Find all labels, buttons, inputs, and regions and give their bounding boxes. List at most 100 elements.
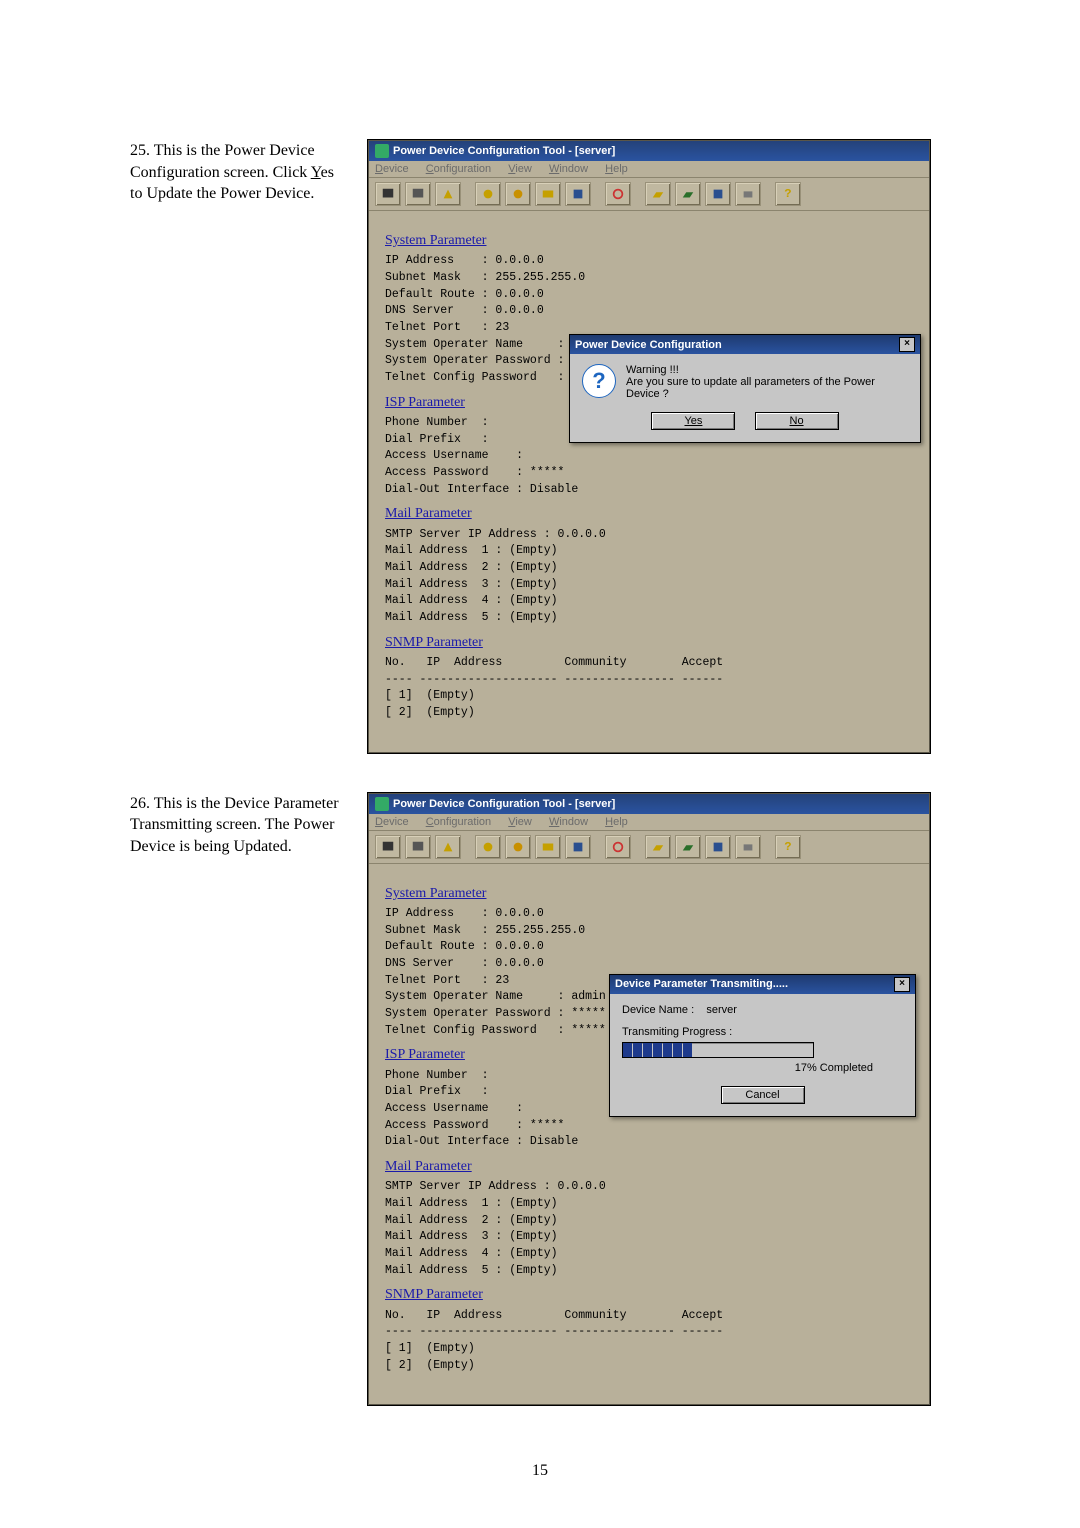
mail-l3: Mail Address 3 : (Empty) bbox=[385, 577, 913, 594]
section-mail-2: Mail Parameter bbox=[385, 1157, 913, 1177]
app-icon bbox=[375, 144, 389, 158]
step-25-text: 25. This is the Power Device Configurati… bbox=[130, 140, 368, 205]
progress-close-button[interactable]: × bbox=[894, 977, 910, 992]
progress-bar bbox=[622, 1042, 814, 1058]
tb-2[interactable] bbox=[405, 182, 431, 206]
confirm-close-button[interactable]: × bbox=[899, 337, 915, 352]
tb2-6[interactable] bbox=[535, 835, 561, 859]
mail-l0: SMTP Server IP Address : 0.0.0.0 bbox=[385, 527, 913, 544]
app-window-2: Power Device Configuration Tool - [serve… bbox=[368, 793, 930, 1406]
snmp2-l2: [ 1] (Empty) bbox=[385, 1341, 913, 1358]
mail-l4: Mail Address 4 : (Empty) bbox=[385, 593, 913, 610]
app-window-1: Power Device Configuration Tool - [serve… bbox=[368, 140, 930, 753]
confirm-warning: Warning !!! bbox=[626, 364, 908, 376]
snmp-l0: No. IP Address Community Accept bbox=[385, 655, 913, 672]
mail2-l0: SMTP Server IP Address : 0.0.0.0 bbox=[385, 1179, 913, 1196]
isp-l3: Access Password : ***** bbox=[385, 465, 913, 482]
tb2-9[interactable] bbox=[645, 835, 671, 859]
confirm-msg: Are you sure to update all parameters of… bbox=[626, 376, 908, 400]
step-26-text: 26. This is the Device Parameter Transmi… bbox=[130, 793, 368, 858]
tb-12[interactable] bbox=[735, 182, 761, 206]
menu-view-2[interactable]: View bbox=[508, 816, 532, 828]
confirm-yes-button[interactable]: Yes bbox=[651, 412, 735, 430]
mail2-l4: Mail Address 4 : (Empty) bbox=[385, 1246, 913, 1263]
tb-1[interactable] bbox=[375, 182, 401, 206]
mail-l2: Mail Address 2 : (Empty) bbox=[385, 560, 913, 577]
mail-l1: Mail Address 1 : (Empty) bbox=[385, 543, 913, 560]
menu-config[interactable]: Configuration bbox=[426, 163, 491, 175]
tb2-1[interactable] bbox=[375, 835, 401, 859]
confirm-no-button[interactable]: No bbox=[755, 412, 839, 430]
confirm-dialog-title: Power Device Configuration bbox=[575, 339, 722, 351]
sys-l1: Subnet Mask : 255.255.255.0 bbox=[385, 270, 913, 287]
sys-l0: IP Address : 0.0.0.0 bbox=[385, 253, 913, 270]
tb-3[interactable] bbox=[435, 182, 461, 206]
window-title-2: Power Device Configuration Tool - [serve… bbox=[393, 798, 615, 810]
step-26-desc: This is the Device Parameter Transmittin… bbox=[130, 795, 339, 855]
menu-help-2[interactable]: Help bbox=[605, 816, 628, 828]
step-25-desc-b: to Update the Power Device. bbox=[130, 185, 314, 202]
menu-window-2[interactable]: Window bbox=[549, 816, 588, 828]
title-bar: Power Device Configuration Tool - [serve… bbox=[369, 141, 929, 161]
tb2-11[interactable] bbox=[705, 835, 731, 859]
confirm-dialog-title-bar: Power Device Configuration × bbox=[570, 335, 920, 354]
progress-dialog-title-bar: Device Parameter Transmiting..... × bbox=[610, 975, 915, 994]
tb2-help[interactable]: ? bbox=[775, 835, 801, 859]
tb2-5[interactable] bbox=[505, 835, 531, 859]
step-25-yes-u: Y bbox=[311, 164, 321, 181]
progress-dialog: Device Parameter Transmiting..... × Devi… bbox=[609, 974, 916, 1117]
tb2-3[interactable] bbox=[435, 835, 461, 859]
window-content-2: System Parameter IP Address : 0.0.0.0 Su… bbox=[369, 864, 929, 1405]
tb-4[interactable] bbox=[475, 182, 501, 206]
tb2-2[interactable] bbox=[405, 835, 431, 859]
tb2-7[interactable] bbox=[565, 835, 591, 859]
tb2-10[interactable] bbox=[675, 835, 701, 859]
mail2-l1: Mail Address 1 : (Empty) bbox=[385, 1196, 913, 1213]
tb-11[interactable] bbox=[705, 182, 731, 206]
tb-6[interactable] bbox=[535, 182, 561, 206]
tb-7[interactable] bbox=[565, 182, 591, 206]
tb-9[interactable] bbox=[645, 182, 671, 206]
sys-l3: DNS Server : 0.0.0.0 bbox=[385, 303, 913, 320]
step-26: 26. This is the Device Parameter Transmi… bbox=[130, 793, 1000, 1406]
menu-window[interactable]: Window bbox=[549, 163, 588, 175]
app-icon-2 bbox=[375, 797, 389, 811]
mail2-l5: Mail Address 5 : (Empty) bbox=[385, 1263, 913, 1280]
progress-cancel-button[interactable]: Cancel bbox=[721, 1086, 805, 1104]
tb2-4[interactable] bbox=[475, 835, 501, 859]
tb-8[interactable] bbox=[605, 182, 631, 206]
confirm-dialog-body: ? Warning !!! Are you sure to update all… bbox=[570, 354, 920, 442]
tb-help[interactable]: ? bbox=[775, 182, 801, 206]
step-26-num: 26. bbox=[130, 795, 150, 812]
help-icon: ? bbox=[784, 187, 791, 201]
tb-10[interactable] bbox=[675, 182, 701, 206]
section-system-2: System Parameter bbox=[385, 884, 913, 904]
step-25-desc-a: This is the Power Device Configuration s… bbox=[130, 142, 315, 181]
sys-l2: Default Route : 0.0.0.0 bbox=[385, 287, 913, 304]
menu-view[interactable]: View bbox=[508, 163, 532, 175]
mail-l5: Mail Address 5 : (Empty) bbox=[385, 610, 913, 627]
progress-pct: 17% Completed bbox=[622, 1062, 903, 1074]
device-name-value: server bbox=[706, 1004, 737, 1016]
snmp-l3: [ 2] (Empty) bbox=[385, 705, 913, 722]
tb2-8[interactable] bbox=[605, 835, 631, 859]
device-name-label: Device Name : bbox=[622, 1004, 694, 1016]
window-content-1: System Parameter IP Address : 0.0.0.0 Su… bbox=[369, 211, 929, 752]
help-icon-2: ? bbox=[784, 840, 791, 854]
menu-bar-2: Device Configuration View Window Help bbox=[369, 814, 929, 831]
menu-help[interactable]: Help bbox=[605, 163, 628, 175]
snmp2-l3: [ 2] (Empty) bbox=[385, 1358, 913, 1375]
isp2-l4: Dial-Out Interface : Disable bbox=[385, 1134, 913, 1151]
section-snmp: SNMP Parameter bbox=[385, 633, 913, 653]
menu-config-2[interactable]: Configuration bbox=[426, 816, 491, 828]
tb-5[interactable] bbox=[505, 182, 531, 206]
tb2-12[interactable] bbox=[735, 835, 761, 859]
isp2-l3: Access Password : ***** bbox=[385, 1118, 913, 1135]
confirm-dialog: Power Device Configuration × ? Warning !… bbox=[569, 334, 921, 443]
menu-device[interactable]: Device bbox=[375, 163, 409, 175]
section-snmp-2: SNMP Parameter bbox=[385, 1285, 913, 1305]
step-25-yes-rest: es bbox=[321, 164, 334, 181]
menu-device-2[interactable]: Device bbox=[375, 816, 409, 828]
snmp2-l1: ---- -------------------- --------------… bbox=[385, 1324, 913, 1341]
question-icon: ? bbox=[582, 364, 616, 398]
